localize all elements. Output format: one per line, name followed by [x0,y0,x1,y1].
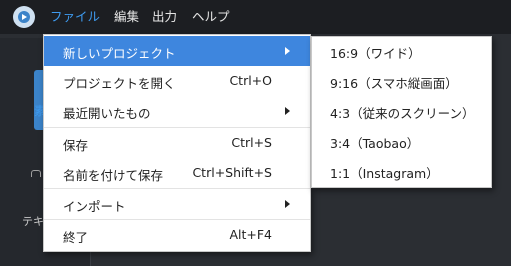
submenu-item-label: 9:16（スマホ縦画面） [330,76,458,91]
submenu-item-16-9[interactable]: 16:9（ワイド） [312,37,491,67]
menu-item-shortcut: Alt+F4 [229,227,272,242]
menu-item-open-project[interactable]: プロジェクトを開く Ctrl+O [44,66,310,96]
menu-item-label: 最近開いたもの [63,106,151,121]
menu-item-shortcut: Ctrl+O [229,73,272,88]
menu-item-label: 終了 [63,230,89,245]
menu-edit[interactable]: 編集 [110,0,143,34]
submenu-item-9-16[interactable]: 9:16（スマホ縦画面） [312,67,491,97]
menubar: ファイル 編集 出力 ヘルプ [0,0,511,34]
menu-file[interactable]: ファイル [46,0,104,34]
menu-item-shortcut: Ctrl+S [231,135,272,150]
text-tab-label: テキ [22,215,44,228]
submenu-arrow-icon [285,200,290,208]
menu-item-new-project[interactable]: 新しいプロジェクト [44,36,310,66]
submenu-arrow-icon [285,47,290,55]
menu-item-save[interactable]: 保存 Ctrl+S [44,128,310,158]
submenu-arrow-icon [285,107,290,115]
submenu-item-1-1[interactable]: 1:1（Instagram） [312,157,491,187]
new-project-submenu: 16:9（ワイド） 9:16（スマホ縦画面） 4:3（従来のスクリーン） 3:4… [311,36,492,188]
menu-item-label: 保存 [63,138,89,153]
file-menu-dropdown: 新しいプロジェクト プロジェクトを開く Ctrl+O 最近開いたもの 保存 Ct… [43,34,311,252]
menu-export[interactable]: 出力 [148,0,181,34]
menu-item-label: プロジェクトを開く [63,76,176,91]
menu-item-save-as[interactable]: 名前を付けて保存 Ctrl+Shift+S [44,158,310,188]
submenu-item-3-4[interactable]: 3:4（Taobao） [312,127,491,157]
menu-help[interactable]: ヘルプ [188,0,234,34]
menu-item-recent[interactable]: 最近開いたもの [44,96,310,126]
submenu-item-label: 16:9（ワイド） [330,46,421,61]
app-logo-icon [13,6,35,28]
menu-item-import[interactable]: インポート [44,189,310,219]
submenu-item-label: 1:1（Instagram） [330,166,439,181]
menu-item-label: インポート [63,199,126,214]
submenu-item-4-3[interactable]: 4:3（従来のスクリーン） [312,97,491,127]
submenu-item-label: 4:3（従来のスクリーン） [330,106,475,121]
menu-item-shortcut: Ctrl+Shift+S [192,165,272,180]
menu-item-label: 新しいプロジェクト [63,46,176,61]
text-tab-icon [31,170,41,177]
submenu-item-label: 3:4（Taobao） [330,136,420,151]
menu-item-exit[interactable]: 終了 Alt+F4 [44,220,310,250]
menu-item-label: 名前を付けて保存 [63,168,164,183]
